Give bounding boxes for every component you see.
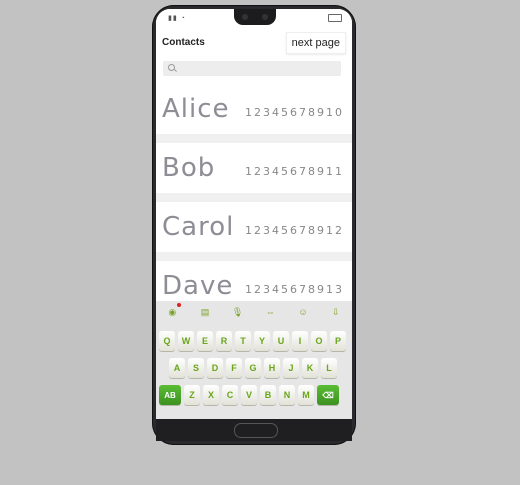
header: Contacts next page [156, 31, 352, 55]
key-h[interactable]: H [264, 358, 280, 378]
key-q[interactable]: Q [159, 331, 175, 351]
nav-bar [156, 419, 352, 441]
contact-list: Alice 12345678910 Bob 12345678911 Carol 12345… [156, 84, 352, 320]
list-item[interactable]: Bob 12345678911 [156, 143, 352, 202]
key-y[interactable]: Y [254, 331, 270, 351]
smiley-icon[interactable]: ☺ [296, 305, 310, 319]
key-t[interactable]: T [235, 331, 251, 351]
key-d[interactable]: D [207, 358, 223, 378]
contact-name: Carol [162, 212, 235, 242]
keyboard-icon[interactable]: ▤ [198, 305, 212, 319]
contact-phone: 12345678912 [245, 224, 344, 237]
key-m[interactable]: M [298, 385, 314, 405]
mode-switch-button[interactable]: AB [159, 385, 181, 405]
key-g[interactable]: G [245, 358, 261, 378]
emoji-keyboard-icon[interactable]: ◉ [165, 303, 182, 319]
cursor-icon[interactable]: ⇔ [263, 305, 277, 319]
key-b[interactable]: B [260, 385, 276, 405]
key-l[interactable]: L [321, 358, 337, 378]
key-k[interactable]: K [302, 358, 318, 378]
page-title: Contacts [162, 37, 205, 48]
key-f[interactable]: F [226, 358, 242, 378]
key-row-1: QWERTYUIOP [159, 331, 351, 351]
key-x[interactable]: X [203, 385, 219, 405]
camera-icon [242, 14, 248, 20]
key-n[interactable]: N [279, 385, 295, 405]
backspace-icon[interactable]: ⌫ [317, 385, 339, 405]
contact-phone: 12345678913 [245, 283, 344, 296]
key-row-2: ASDFGHJKL [169, 358, 352, 378]
search-input[interactable] [163, 61, 341, 76]
key-c[interactable]: C [222, 385, 238, 405]
list-item[interactable]: Carol 12345678912 [156, 202, 352, 261]
key-j[interactable]: J [283, 358, 299, 378]
key-r[interactable]: R [216, 331, 232, 351]
key-e[interactable]: E [197, 331, 213, 351]
key-i[interactable]: I [292, 331, 308, 351]
next-page-button[interactable]: next page [285, 32, 346, 54]
key-o[interactable]: O [311, 331, 327, 351]
key-z[interactable]: Z [184, 385, 200, 405]
collapse-icon[interactable]: ⇩ [329, 305, 343, 319]
key-row-3: AB Z X C V B N M ⌫ [159, 385, 351, 405]
contact-name: Bob [162, 153, 216, 183]
key-p[interactable]: P [330, 331, 346, 351]
contact-name: Dave [162, 271, 234, 301]
camera-icon [262, 14, 268, 20]
notification-dot [177, 303, 182, 307]
contact-phone: 12345678911 [245, 165, 344, 178]
contact-name: Alice [162, 94, 230, 124]
soft-keyboard: ◉ ▤ 🎙 ⇔ ☺ ⇩ QWERTYUIOP ASDFGHJKL AB Z X C V B N M ⌫ [156, 301, 352, 419]
home-button[interactable] [234, 423, 278, 438]
key-u[interactable]: U [273, 331, 289, 351]
mic-icon[interactable]: 🎙 [231, 305, 245, 319]
search-icon [168, 64, 175, 71]
key-v[interactable]: V [241, 385, 257, 405]
key-a[interactable]: A [169, 358, 185, 378]
key-s[interactable]: S [188, 358, 204, 378]
battery-icon [328, 14, 342, 22]
screen: ▮▮ ◔ Contacts next page Alice 12345678910… [156, 9, 352, 419]
signal-icon: ▮▮ ◔ [168, 15, 186, 22]
key-w[interactable]: W [178, 331, 194, 351]
camera-notch [234, 9, 276, 25]
keyboard-toolbar: ◉ ▤ 🎙 ⇔ ☺ ⇩ [156, 301, 352, 323]
contact-phone: 12345678910 [245, 106, 344, 119]
list-item[interactable]: Alice 12345678910 [156, 84, 352, 143]
